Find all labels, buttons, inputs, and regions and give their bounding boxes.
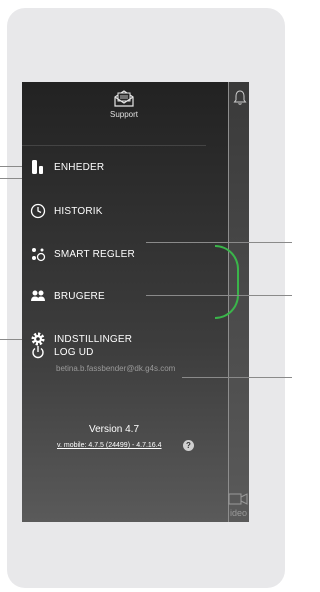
version-mobile-link[interactable]: v. mobile: 4.7.5 (24499) - 4.7.16.4 [57, 442, 162, 449]
menu-label: HISTORIK [54, 205, 103, 217]
menu-item-historik[interactable]: HISTORIK [30, 201, 103, 221]
version-label: Version 4.7 [88, 424, 140, 435]
menu-item-smart-regler[interactable]: SMART REGLER [30, 244, 135, 264]
power-icon [32, 346, 44, 359]
bell-icon[interactable] [233, 90, 247, 106]
divider [22, 145, 206, 146]
clock-icon [30, 203, 46, 219]
smart-rules-icon [32, 248, 46, 262]
support-button[interactable]: Support [103, 88, 145, 119]
callout-line [0, 339, 22, 340]
callout-line [182, 377, 292, 378]
devices-icon [32, 160, 43, 174]
callout-line [146, 242, 292, 243]
envelope-icon [114, 90, 134, 107]
menu-label: SMART REGLER [54, 248, 135, 260]
support-label: Support [109, 110, 139, 119]
video-label: ideo [230, 508, 248, 518]
menu-label: LOG UD [54, 346, 94, 358]
help-icon[interactable]: ? [183, 440, 194, 451]
menu-label: BRUGERE [54, 290, 105, 302]
callout-line [0, 178, 22, 179]
menu-item-brugere[interactable]: BRUGERE [30, 286, 105, 306]
account-email: betina.b.fassbender@dk.g4s.com [56, 364, 176, 373]
menu-label: ENHEDER [54, 161, 105, 173]
menu-item-enheder[interactable]: ENHEDER [30, 157, 104, 177]
callout-line [0, 166, 22, 167]
menu-item-log-ud[interactable]: LOG UD [30, 342, 94, 362]
users-icon [31, 290, 45, 301]
video-icon[interactable] [227, 488, 249, 510]
callout-line [146, 295, 292, 296]
